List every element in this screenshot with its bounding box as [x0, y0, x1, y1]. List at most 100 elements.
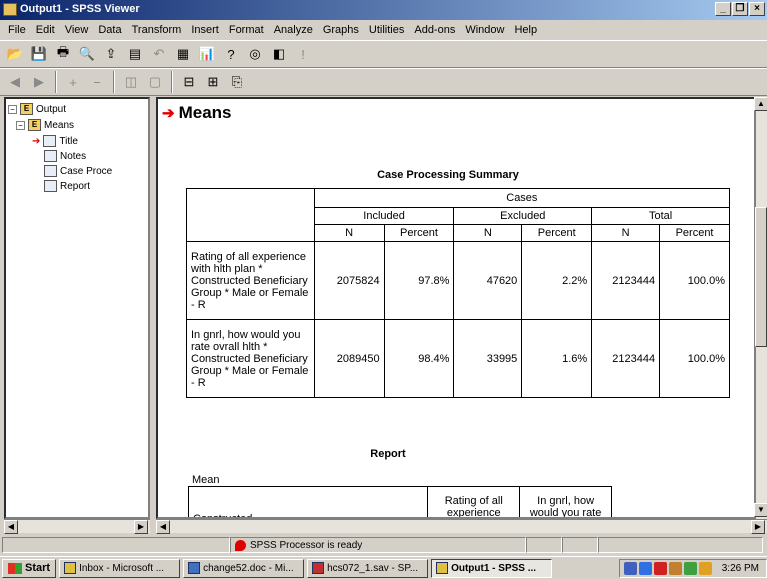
task-spss-data[interactable]: hcs072_1.sav - SP...: [307, 558, 429, 578]
tree-label: Means: [44, 119, 75, 131]
outline-horizontal-scrollbar[interactable]: ◀ ▶: [4, 519, 150, 534]
goto-chart-icon[interactable]: 📊: [196, 43, 218, 65]
task-outlook[interactable]: Inbox - Microsoft ...: [59, 558, 181, 578]
update-icon[interactable]: [684, 561, 697, 575]
status-cell-processor: SPSS Processor is ready: [230, 537, 526, 553]
group-total: Total: [591, 207, 730, 225]
scroll-right-icon[interactable]: ▶: [751, 520, 765, 534]
show-icon[interactable]: ◫: [120, 71, 142, 93]
table-row: Rating of all experience with hlth plan …: [186, 241, 730, 320]
clock[interactable]: 3:26 PM: [722, 563, 762, 574]
scroll-thumb[interactable]: [755, 207, 767, 347]
open-folder-icon[interactable]: 📂: [4, 43, 26, 65]
tree-item-output[interactable]: − E Output: [8, 103, 66, 115]
save-icon[interactable]: 💾: [28, 43, 50, 65]
menu-help[interactable]: Help: [509, 24, 542, 36]
close-button[interactable]: ×: [749, 2, 765, 16]
recall-dialog-icon[interactable]: ▤: [124, 43, 146, 65]
start-button[interactable]: Start: [2, 558, 57, 578]
menu-insert[interactable]: Insert: [186, 24, 224, 36]
hide-icon[interactable]: ▢: [144, 71, 166, 93]
output-content-pane[interactable]: ➔ Means Case Processing Summary Cases In…: [156, 97, 756, 519]
vertical-scrollbar[interactable]: ▲ ▼: [754, 97, 767, 519]
outline-pane[interactable]: − E Output − E Means ➔ Title Notes Case …: [4, 97, 150, 519]
toolbar-separator: [171, 71, 173, 93]
task-label: change52.doc - Mi...: [203, 562, 294, 574]
menu-view[interactable]: View: [60, 24, 94, 36]
outline-toolbar: ◀ ▶ + − ◫ ▢ ⊟ ⊞ ⎘: [0, 68, 767, 96]
pivot-table-icon: [44, 180, 57, 192]
means-heading[interactable]: ➔ Means: [162, 103, 232, 123]
find-icon[interactable]: ◎: [244, 43, 266, 65]
collapse-toggle[interactable]: −: [16, 120, 25, 130]
designate-window-icon[interactable]: ◧: [268, 43, 290, 65]
case-processing-table[interactable]: Cases Included Excluded Total N Percent …: [186, 188, 731, 398]
minimize-button[interactable]: _: [715, 2, 731, 16]
scroll-up-icon[interactable]: ▲: [754, 97, 767, 111]
menu-graphs[interactable]: Graphs: [318, 24, 364, 36]
report-table[interactable]: Constructed Rating of all experience In …: [187, 486, 612, 517]
tree-item-title[interactable]: ➔ Title: [32, 135, 78, 147]
menu-format[interactable]: Format: [224, 24, 269, 36]
status-cell: [562, 537, 598, 553]
restore-button[interactable]: ❐: [732, 2, 748, 16]
table-cell: 33995: [453, 319, 523, 398]
table-cell: 2075824: [313, 241, 385, 320]
tree-item-means[interactable]: − E Means: [16, 119, 74, 131]
menu-add-ons[interactable]: Add-ons: [409, 24, 460, 36]
tree-item-case-processing[interactable]: Case Proce: [44, 165, 112, 177]
collapse-toggle[interactable]: −: [8, 104, 17, 114]
cases-header: Cases: [313, 188, 731, 208]
collapse-icon[interactable]: −: [86, 71, 108, 93]
variables-icon[interactable]: ?: [220, 43, 242, 65]
menu-bar: File Edit View Data Transform Insert For…: [0, 21, 767, 39]
insert-title-icon[interactable]: ⊞: [202, 71, 224, 93]
antivirus-icon[interactable]: [654, 561, 667, 575]
insert-heading-icon[interactable]: ⊟: [178, 71, 200, 93]
content-horizontal-scrollbar[interactable]: ◀ ▶: [156, 519, 767, 534]
menu-edit[interactable]: Edit: [31, 24, 60, 36]
tray-app-icon[interactable]: [699, 561, 712, 575]
subheader-n: N: [313, 224, 385, 242]
task-word[interactable]: change52.doc - Mi...: [183, 558, 305, 578]
expand-icon[interactable]: +: [62, 71, 84, 93]
scroll-down-icon[interactable]: ▼: [754, 503, 767, 517]
print-icon[interactable]: 🖶: [52, 43, 74, 65]
status-cell-blank: [2, 537, 230, 553]
menu-data[interactable]: Data: [93, 24, 126, 36]
menu-file[interactable]: File: [3, 24, 31, 36]
print-preview-icon[interactable]: 🔍: [76, 43, 98, 65]
network-icon[interactable]: [624, 561, 637, 575]
scroll-left-icon[interactable]: ◀: [156, 520, 170, 534]
task-spss-output[interactable]: Output1 - SPSS ...: [431, 558, 553, 578]
tree-label: Output: [36, 103, 67, 115]
menu-window[interactable]: Window: [460, 24, 509, 36]
volume-icon[interactable]: [639, 561, 652, 575]
menu-analyze[interactable]: Analyze: [269, 24, 318, 36]
scroll-right-icon[interactable]: ▶: [134, 520, 148, 534]
row-label: Rating of all experience with hlth plan …: [186, 241, 315, 320]
spss-app-icon: [3, 3, 17, 16]
export-icon[interactable]: ⇪: [100, 43, 122, 65]
goto-data-icon[interactable]: ▦: [172, 43, 194, 65]
promote-icon[interactable]: ◀: [4, 71, 26, 93]
spss-data-icon: [312, 562, 325, 574]
demote-icon[interactable]: ▶: [28, 71, 50, 93]
menu-transform[interactable]: Transform: [127, 24, 187, 36]
messenger-icon[interactable]: [669, 561, 682, 575]
book-icon: E: [20, 103, 33, 115]
row-label: In gnrl, how would you rate ovrall hlth …: [186, 319, 315, 398]
tree-item-notes[interactable]: Notes: [44, 150, 86, 162]
tree-item-report[interactable]: Report: [44, 180, 90, 192]
table-cell: 98.4%: [383, 319, 455, 398]
toolbar-separator: [113, 71, 115, 93]
main-toolbar: 📂 💾 🖶 🔍 ⇪ ▤ ↶ ▦ 📊 ? ◎ ◧ !: [0, 40, 767, 68]
notes-icon: [44, 150, 57, 162]
run-syntax-icon[interactable]: !: [292, 43, 314, 65]
undo-icon[interactable]: ↶: [148, 43, 170, 65]
menu-utilities[interactable]: Utilities: [364, 24, 409, 36]
insert-text-icon[interactable]: ⎘: [226, 71, 248, 93]
window-title: Output1 - SPSS Viewer: [20, 3, 140, 15]
pivot-table-icon: [44, 165, 57, 177]
scroll-left-icon[interactable]: ◀: [4, 520, 18, 534]
